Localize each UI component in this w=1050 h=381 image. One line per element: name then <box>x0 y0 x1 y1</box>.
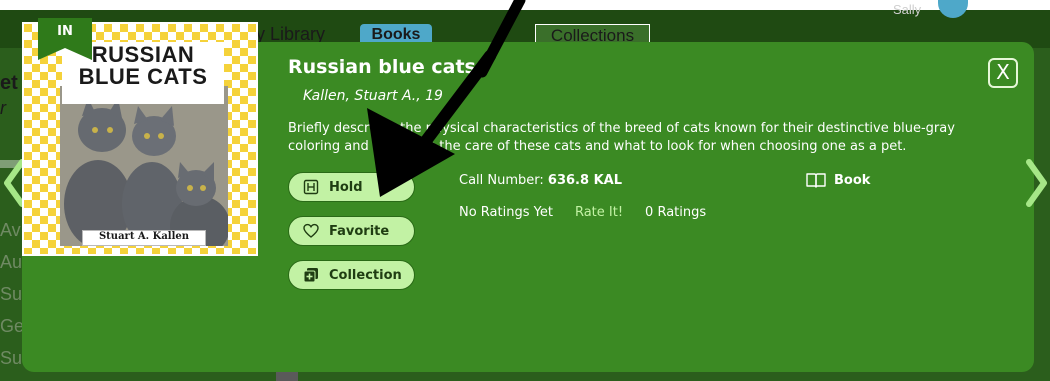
tab-books[interactable]: Books <box>360 24 432 44</box>
hold-button[interactable]: Hold <box>288 172 415 202</box>
background-left-text: et <box>0 72 18 94</box>
plus-square-icon <box>303 267 319 283</box>
open-book-icon <box>806 172 826 188</box>
background-list-item: Su <box>0 284 23 304</box>
cover-author: Stuart A. Kallen <box>98 231 190 242</box>
heart-icon <box>303 223 319 239</box>
background-list-item: Au <box>0 252 23 272</box>
next-item-button[interactable] <box>1023 158 1049 208</box>
user-name: Sally <box>893 2 922 17</box>
cover-photo <box>60 86 230 254</box>
item-description: Briefly describes the physical character… <box>288 121 955 154</box>
collection-button-label: Collection <box>329 267 402 283</box>
background-list-item: Av <box>0 220 21 240</box>
call-number-label: Call Number: <box>459 173 544 188</box>
format-label: Book <box>834 172 871 188</box>
ratings-count: 0 Ratings <box>645 205 707 220</box>
favorite-button[interactable]: Favorite <box>288 216 415 246</box>
chevron-right-icon <box>1026 159 1047 207</box>
background-list-item: Su <box>0 348 23 368</box>
ratings-row: No Ratings Yet Rate It! 0 Ratings <box>459 205 706 220</box>
rate-it-link[interactable]: Rate It! <box>575 205 623 220</box>
background-left-list: Av Au Su Ge Su <box>0 220 25 380</box>
ratings-status: No Ratings Yet <box>459 205 553 220</box>
availability-badge: IN <box>57 24 73 39</box>
call-number-value: 636.8 KAL <box>547 173 622 188</box>
tab-collections[interactable]: Collections <box>535 24 650 45</box>
favorite-button-label: Favorite <box>329 223 390 239</box>
background-left-text-2: r <box>0 98 6 118</box>
cats-illustration <box>60 86 230 254</box>
format-indicator: Book <box>806 172 870 188</box>
add-to-collection-button[interactable]: Collection <box>288 260 415 290</box>
call-number: Call Number: 636.8 KAL <box>459 173 622 188</box>
hold-book-icon <box>303 179 319 195</box>
item-author[interactable]: Kallen, Stuart A., 19 <box>303 88 443 104</box>
close-button[interactable]: X <box>988 58 1018 88</box>
item-title: Russian blue cats <box>288 56 476 78</box>
hold-button-label: Hold <box>329 179 363 195</box>
background-list-item: Ge <box>0 316 25 336</box>
